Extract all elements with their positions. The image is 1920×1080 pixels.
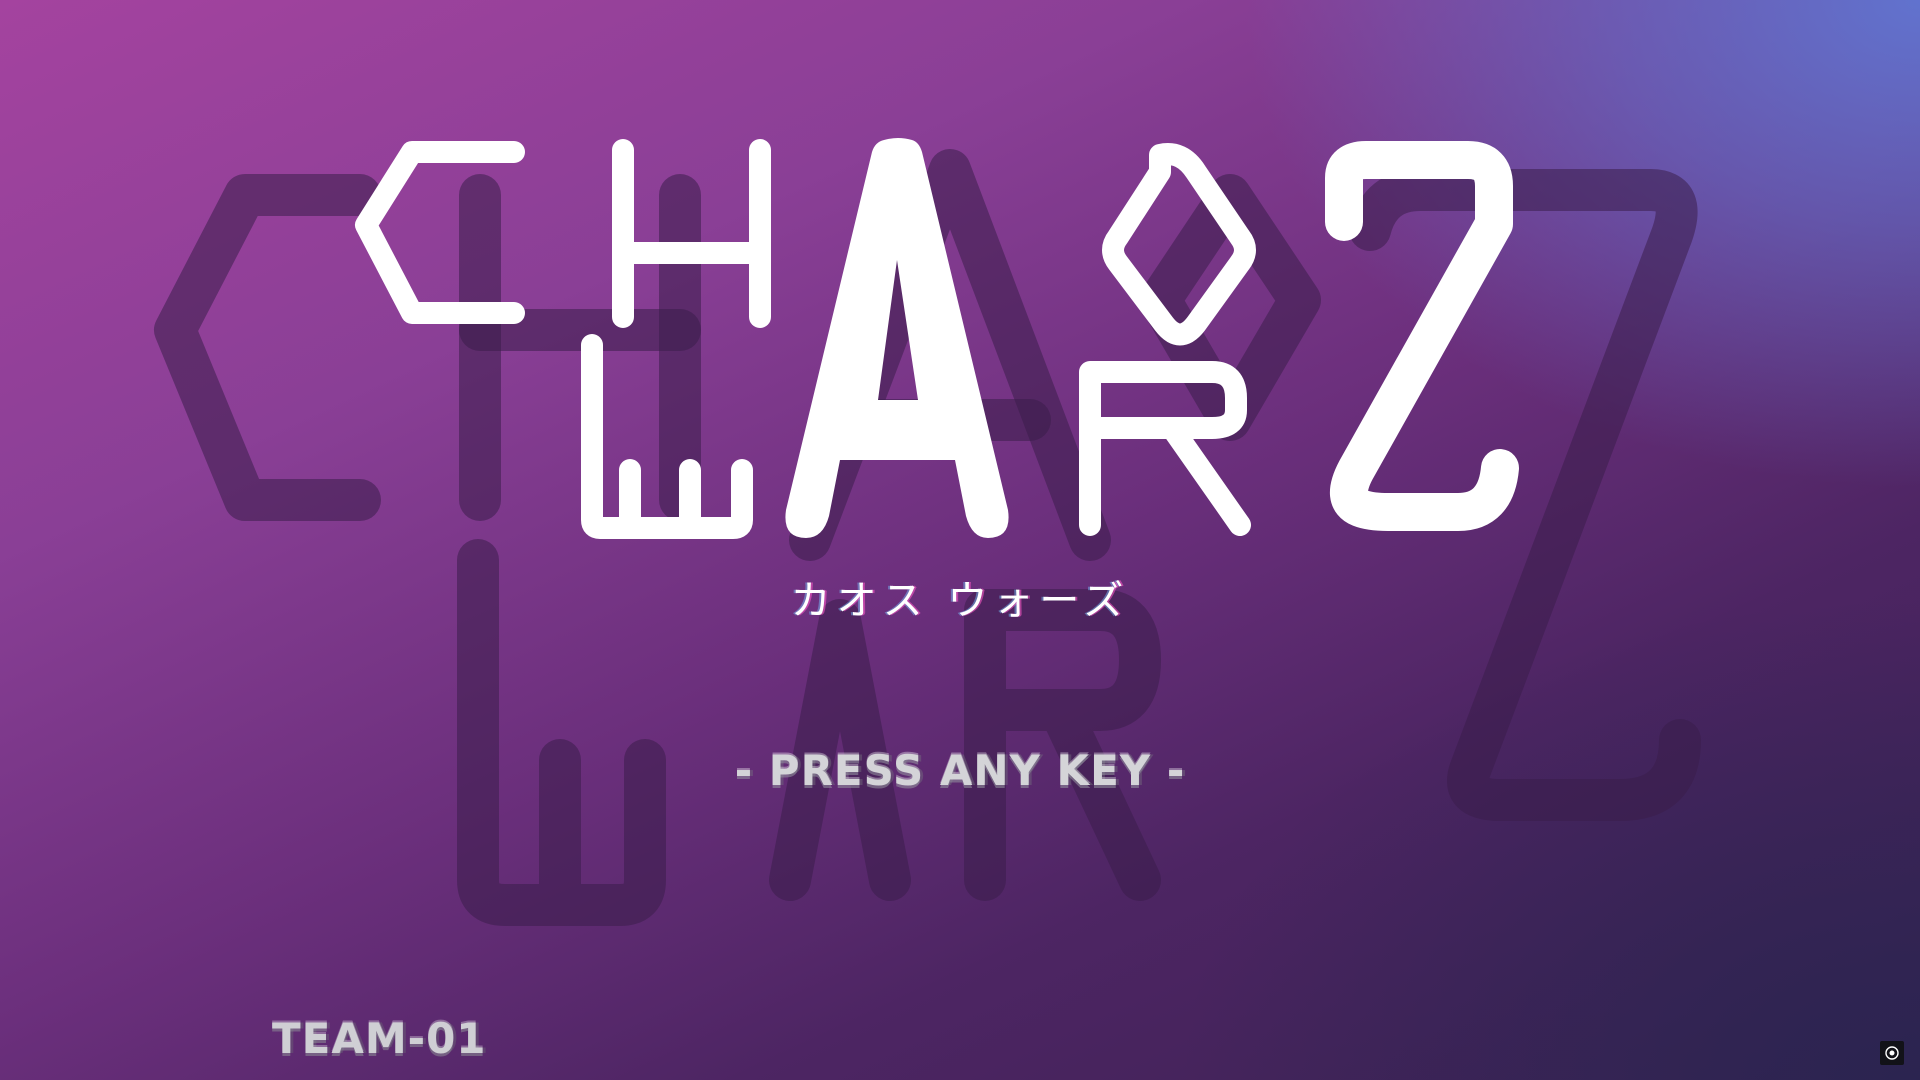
- logo-letter-w: [581, 334, 753, 539]
- logo-letter-o: [1102, 143, 1256, 346]
- logo-letter-r: [1079, 361, 1251, 536]
- corner-button[interactable]: [1880, 1041, 1904, 1065]
- logo-letter-z: [1325, 141, 1519, 531]
- press-any-key-prompt[interactable]: - PRESS ANY KEY -: [660, 746, 1260, 795]
- title-logo: [355, 138, 1519, 539]
- title-subtitle-japanese: カオス ウォーズ: [790, 578, 1130, 624]
- logo-letter-c: [355, 141, 525, 324]
- logo-letter-a: [785, 138, 1009, 538]
- team-label: TEAM-01: [272, 1014, 487, 1063]
- record-icon: [1885, 1046, 1899, 1060]
- title-screen[interactable]: カオス ウォーズ - PRESS ANY KEY - TEAM-01: [0, 0, 1920, 1080]
